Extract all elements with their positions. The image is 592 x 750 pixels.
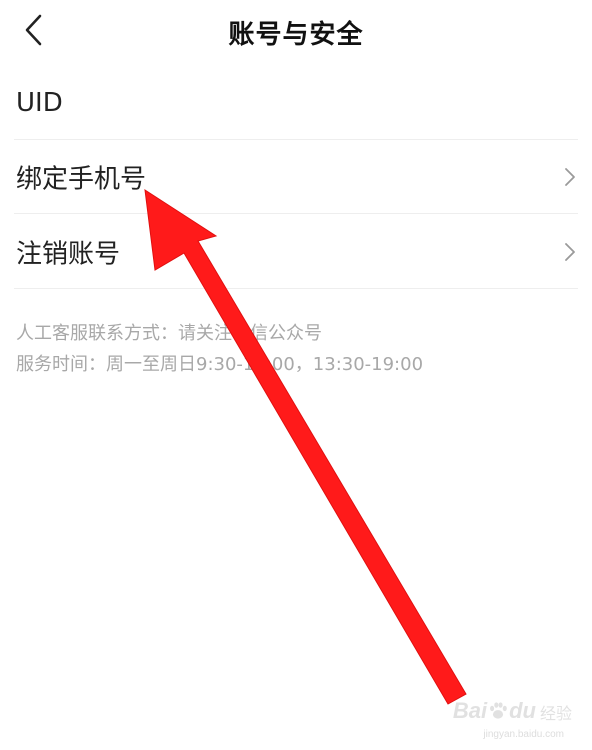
service-contact-text: 人工客服联系方式：请关注微信公众号 (16, 323, 322, 344)
list-item-uid[interactable]: UID (14, 66, 578, 140)
chevron-right-icon (562, 241, 578, 263)
chevron-right-icon (562, 166, 578, 188)
top-nav-bar: 账号与安全 (0, 0, 592, 62)
list-item-label: 绑定手机号 (16, 164, 147, 194)
account-security-screen: 账号与安全 UID 绑定手机号 注销账号 人工客服联系方式：请关注微信公众号 服… (0, 0, 592, 750)
watermark-brand: Bai du (452, 698, 536, 723)
list-item-bind-phone[interactable]: 绑定手机号 (14, 140, 578, 214)
list-item-label: 注销账号 (16, 239, 121, 269)
baidu-jingyan-watermark: Bai du 经验 (453, 698, 572, 724)
paw-icon (490, 702, 507, 719)
list-item-label: UID (16, 87, 63, 118)
list-item-cancel-account[interactable]: 注销账号 (14, 215, 578, 289)
watermark-sub: 经验 (539, 704, 572, 723)
service-hours-text: 服务时间：周一至周日9:30-12:00，13:30-19:00 (16, 354, 424, 375)
watermark-url: jingyan.baidu.com (483, 729, 564, 740)
page-title: 账号与安全 (228, 20, 364, 50)
customer-service-info: 人工客服联系方式：请关注微信公众号 服务时间：周一至周日9:30-12:00，1… (16, 318, 576, 380)
